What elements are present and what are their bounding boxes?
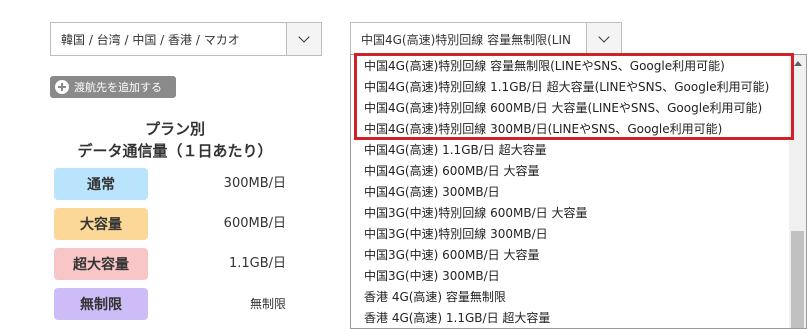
add-destination-label: 渡航先を追加する — [74, 81, 162, 94]
dropdown-option[interactable]: 香港 4G(高速) 容量無制限 — [364, 287, 506, 307]
tier-badge: 無制限 — [54, 288, 148, 320]
tier-value: 無制限 — [249, 297, 286, 311]
tier-row-extra-large: 超大容量 1.1GB/日 — [54, 248, 294, 282]
dropdown-option[interactable]: 中国3G(中速) 600MB/日 大容量 — [364, 245, 539, 265]
plan-select-value: 中国4G(高速)特別回線 容量無制限(LIN — [361, 32, 571, 47]
tier-value: 600MB/日 — [223, 216, 286, 231]
plan-title-line2: データ通信量（１日あたり） — [77, 142, 273, 160]
tier-row-normal: 通常 300MB/日 — [54, 168, 294, 202]
arrow-up-icon — [793, 61, 802, 66]
tier-badge: 大容量 — [54, 208, 148, 240]
chevron-down-icon — [298, 31, 310, 43]
dropdown-option[interactable]: 中国3G(中速) 300MB/日 — [364, 266, 500, 286]
tier-badge: 超大容量 — [54, 248, 148, 280]
dropdown-option[interactable]: 中国4G(高速) 1.1GB/日 超大容量 — [364, 140, 547, 160]
dropdown-option[interactable]: 中国4G(高速) 600MB/日 大容量 — [364, 161, 539, 181]
tier-row-unlimited: 無制限 無制限 — [54, 288, 294, 322]
chevron-down-icon — [598, 31, 610, 43]
region-select-arrow[interactable] — [286, 23, 321, 55]
dropdown-option[interactable]: 中国4G(高速) 300MB/日 — [364, 182, 500, 202]
tier-badge: 通常 — [54, 168, 148, 200]
plan-title-line1: プラン別 — [144, 120, 205, 138]
tier-value: 1.1GB/日 — [228, 256, 286, 271]
region-select[interactable]: 韓国 / 台湾 / 中国 / 香港 / マカオ — [50, 22, 322, 56]
region-select-value: 韓国 / 台湾 / 中国 / 香港 / マカオ — [61, 32, 240, 47]
add-destination-button[interactable]: 渡航先を追加する — [50, 76, 176, 98]
plan-select-arrow[interactable] — [586, 23, 621, 55]
dropdown-option[interactable]: 香港 4G(高速) 1.1GB/日 超大容量 — [364, 308, 550, 328]
tier-row-large: 大容量 600MB/日 — [54, 208, 294, 242]
plan-select[interactable]: 中国4G(高速)特別回線 容量無制限(LIN — [350, 22, 622, 56]
scrollbar-thumb[interactable] — [791, 231, 804, 328]
plus-circle-icon — [55, 80, 69, 94]
plan-title: プラン別 データ通信量（１日あたり） — [50, 118, 300, 162]
dropdown-option[interactable]: 中国3G(中速)特別回線 300MB/日 — [364, 224, 548, 244]
dropdown-option[interactable]: 中国3G(中速)特別回線 600MB/日 大容量 — [364, 203, 587, 223]
tier-value: 300MB/日 — [223, 176, 286, 191]
highlight-annotation-box — [354, 53, 794, 140]
